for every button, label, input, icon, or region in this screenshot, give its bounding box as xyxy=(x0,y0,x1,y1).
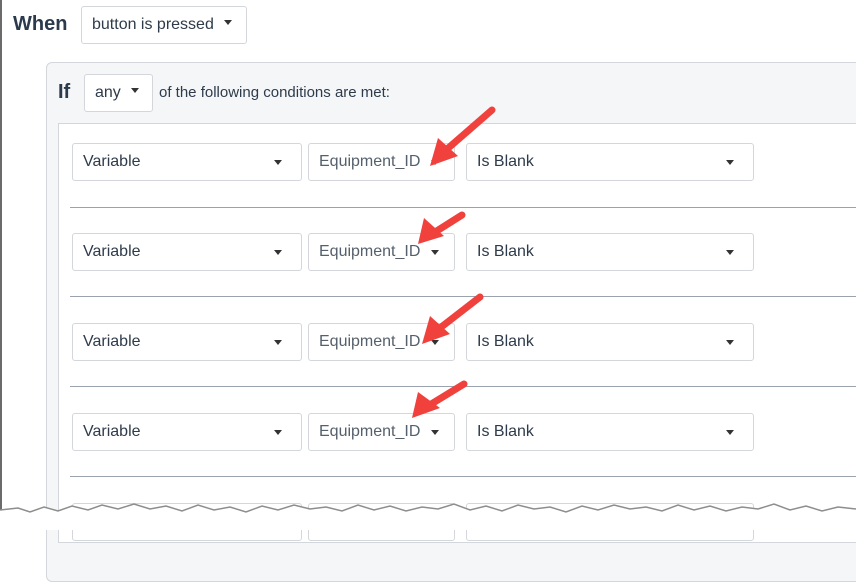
red-arrow-icon xyxy=(430,106,496,166)
red-arrow-icon xyxy=(422,293,484,344)
annotation-arrows xyxy=(412,106,496,418)
torn-edge-decoration xyxy=(0,503,856,530)
red-arrow-icon xyxy=(412,380,468,418)
red-arrow-icon xyxy=(418,211,466,244)
